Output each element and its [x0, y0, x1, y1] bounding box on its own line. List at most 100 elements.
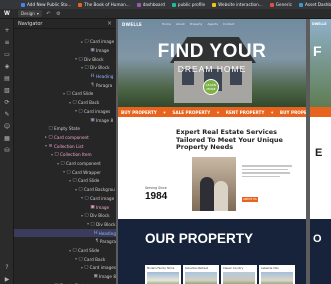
help-icon[interactable]: ?: [3, 263, 11, 271]
about-title: Expert Real Estate Services Tailored To …: [176, 128, 283, 151]
components-icon[interactable]: ◈: [3, 62, 11, 70]
preview-logo: DWELLE: [312, 22, 327, 26]
tree-row[interactable]: ▾ ▢ Div Block: [14, 221, 116, 229]
bookmark-item[interactable]: public profile: [171, 2, 206, 7]
element-type-icon: ▢: [48, 126, 53, 132]
settings-icon[interactable]: ⚙: [55, 10, 62, 17]
apps-icon[interactable]: ▦: [3, 134, 11, 142]
tree-row[interactable]: ▾ ▢ Card image: [14, 195, 116, 203]
tree-row[interactable]: ▾ ≡ Collection List: [14, 142, 116, 150]
design-canvas[interactable]: DWELLE Home About Property Agents Contact FI…: [116, 19, 331, 284]
site-logo[interactable]: DWELLE: [122, 22, 142, 27]
tree-row[interactable]: ▾ ▢ Card Back: [14, 99, 116, 107]
hero-badge[interactable]: LEARN MORE: [203, 79, 219, 95]
users-icon[interactable]: ☺: [3, 122, 11, 130]
site-preview[interactable]: DWELLE Home About Property Agents Contact FI…: [118, 19, 306, 284]
property-card[interactable]: Lakeside Villa: [259, 265, 295, 284]
property-card-image: [147, 272, 179, 284]
bookmark-item[interactable]: The Book of Human...: [78, 2, 130, 7]
element-type-icon: ▢: [78, 108, 83, 114]
tree-row[interactable]: ▣ Image 8: [14, 116, 116, 124]
element-type-icon: ▣: [90, 204, 95, 210]
tree-row[interactable]: ▾ ▢ Card Wrapper: [14, 169, 116, 177]
site-nav-link[interactable]: Property: [190, 22, 203, 26]
element-type-icon: ▢: [48, 134, 53, 140]
logic-icon[interactable]: ⟳: [3, 98, 11, 106]
bookmark-label: The Book of Human...: [84, 2, 130, 7]
tree-row[interactable]: ▾ ▢ Div Block: [14, 212, 116, 220]
tree-row[interactable]: ▸ ▢ Card component: [14, 134, 116, 142]
property-card[interactable]: Modern Family Home: [145, 265, 181, 284]
element-type-icon: ▢: [84, 265, 89, 271]
tree-row-label: Image: [96, 47, 110, 53]
hero-section[interactable]: DWELLE Home About Property Agents Contact FI…: [118, 19, 306, 107]
tree-row[interactable]: ▾ ▢ Card images: [14, 264, 116, 272]
add-elements-icon[interactable]: +: [3, 26, 11, 34]
about-section[interactable]: Expert Real Estate Services Tailored To …: [118, 117, 306, 219]
site-nav-link[interactable]: Contact: [223, 22, 235, 26]
undo-icon[interactable]: ↶: [45, 10, 52, 17]
tree-row[interactable]: ▾ ▢ Card Back: [14, 256, 116, 264]
bookmark-item[interactable]: dashboard: [136, 2, 165, 7]
bookmark-label: public profile: [177, 2, 206, 7]
navigator-icon[interactable]: ≡: [3, 38, 11, 46]
favicon-icon: [299, 2, 304, 7]
property-section[interactable]: OUR PROPERTY Modern Family Home Suburban …: [118, 219, 306, 284]
tree-row[interactable]: ▢Empty State: [14, 125, 116, 133]
tree-row[interactable]: ▣ Image: [14, 203, 116, 211]
pages-icon[interactable]: ▭: [3, 50, 11, 58]
tree-row[interactable]: H Heading: [14, 73, 116, 81]
bookmark-label: Website interaction...: [218, 2, 263, 7]
tree-row[interactable]: ▾ ▢ Card Slide: [14, 247, 116, 255]
ecommerce-icon[interactable]: ⛁: [3, 146, 11, 154]
tree-row[interactable]: ▾ ▢ Card Backgrou: [14, 186, 116, 194]
element-type-icon: ▢: [78, 56, 83, 62]
tree-row-label: Div Block: [96, 221, 116, 227]
mode-dropdown[interactable]: Design ▾: [18, 10, 42, 17]
element-type-icon: ▣: [93, 274, 98, 280]
tree-row-label: Image: [96, 204, 110, 210]
property-card[interactable]: Suburban Retreat: [183, 265, 219, 284]
tree-row[interactable]: ▸ ▢ Card image: [14, 38, 116, 46]
element-type-icon: ▢: [66, 169, 71, 175]
bookmark-item[interactable]: Generic: [269, 2, 292, 7]
tree-row[interactable]: ▾ ▢ Card Slide: [14, 90, 116, 98]
since-year: 1984: [145, 191, 168, 202]
about-button[interactable]: ABOUT US: [242, 197, 258, 202]
tree-row[interactable]: ▾ ▢ Card component: [14, 160, 116, 168]
element-type-icon: ¶: [95, 239, 99, 245]
assets-icon[interactable]: ▧: [3, 86, 11, 94]
styles-icon[interactable]: ✎: [3, 110, 11, 118]
tree-row-label: Card images: [89, 265, 116, 271]
tree-row[interactable]: ▾ ▢ Div Block: [14, 55, 116, 63]
video-icon[interactable]: ▶: [3, 275, 11, 283]
site-nav-link[interactable]: Home: [162, 22, 171, 26]
tree-row[interactable]: ▾ ▢ Collection Item: [14, 151, 116, 159]
ticker-bar: BUY PROPERTY ✶ SALE PROPERTY ✶ RENT PROPERTY…: [118, 107, 306, 117]
element-type-icon: ▢: [84, 65, 89, 71]
property-card-title: Modern Family Home: [147, 267, 175, 270]
cms-icon[interactable]: ▤: [3, 74, 11, 82]
webflow-logo[interactable]: W: [0, 9, 14, 19]
bookmark-item[interactable]: Asset Dashboard: [299, 2, 331, 7]
tree-row[interactable]: H Heading: [14, 229, 116, 237]
element-type-icon: ≡: [48, 143, 53, 149]
site-nav-link[interactable]: Agents: [207, 22, 217, 26]
bookmark-item[interactable]: Add New Public Sto...: [21, 2, 71, 7]
navigator-header: Navigator ×: [14, 19, 116, 29]
bookmark-item[interactable]: Website interaction...: [212, 2, 263, 7]
tree-row-label: Card image: [90, 195, 115, 201]
breakpoint-preview[interactable]: DWELLE F E O: [310, 19, 331, 284]
tree-row[interactable]: ▾ ▢ Div Block: [14, 64, 116, 72]
site-nav-link[interactable]: About: [176, 22, 185, 26]
tree-row[interactable]: ¶ Paragra: [14, 82, 116, 90]
tree-row[interactable]: ▣ Image 8: [14, 273, 116, 281]
tree-row[interactable]: ¶ Paragra: [14, 238, 116, 246]
property-card[interactable]: Classic Country: [221, 265, 257, 284]
element-type-icon: ▢: [84, 195, 89, 201]
tree-row[interactable]: ▣ Image: [14, 47, 116, 55]
tree-row[interactable]: ▾ ▢ Card Slide: [14, 177, 116, 185]
close-icon[interactable]: ×: [107, 20, 112, 27]
tree-row[interactable]: ▾ ▢ Card images: [14, 108, 116, 116]
since-label: Serving Since: [145, 186, 167, 190]
